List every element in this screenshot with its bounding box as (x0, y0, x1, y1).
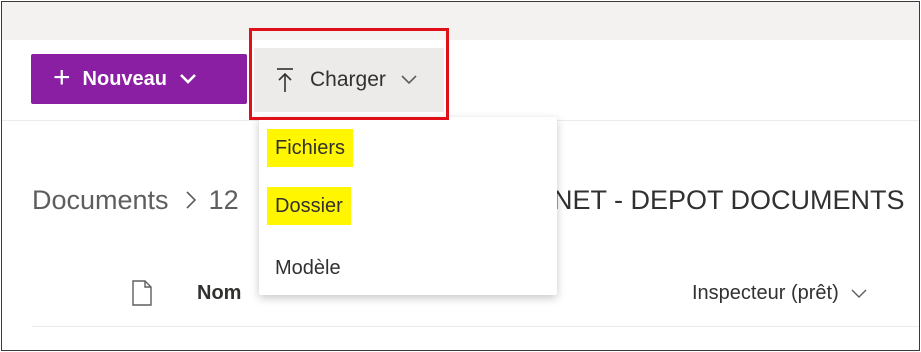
upload-arrow-icon (276, 67, 294, 93)
chevron-down-icon (400, 74, 418, 86)
file-icon (132, 280, 152, 311)
column-header-inspector-label: Inspecteur (prêt) (692, 282, 839, 304)
new-button[interactable]: + Nouveau (31, 54, 247, 104)
top-strip (2, 2, 919, 40)
breadcrumb-current-tail: NET - DEPOT DOCUMENTS (553, 184, 905, 215)
chevron-right-icon (185, 190, 197, 210)
menu-item-template[interactable]: Modèle (267, 249, 349, 287)
breadcrumb-current-partial: 12 (208, 184, 239, 215)
breadcrumb-root[interactable]: Documents (32, 185, 169, 216)
upload-button[interactable]: Charger (254, 48, 444, 112)
chevron-down-icon (851, 289, 867, 299)
upload-button-label: Charger (310, 68, 386, 91)
column-header-inspector[interactable]: Inspecteur (prêt) (692, 282, 867, 305)
plus-icon: + (53, 60, 71, 94)
new-button-label: Nouveau (82, 67, 167, 90)
upload-dropdown-menu: Fichiers Dossier Modèle (259, 117, 557, 295)
breadcrumb: Documents 12 (32, 182, 239, 218)
command-bar: + Nouveau Charger (2, 40, 919, 121)
menu-item-files[interactable]: Fichiers (267, 129, 354, 167)
chevron-down-icon (179, 73, 197, 85)
column-header-name[interactable]: Nom (197, 282, 241, 305)
menu-item-folder[interactable]: Dossier (267, 187, 351, 225)
screenshot-frame: + Nouveau Charger Documents 12 NET - DEP… (1, 1, 920, 351)
